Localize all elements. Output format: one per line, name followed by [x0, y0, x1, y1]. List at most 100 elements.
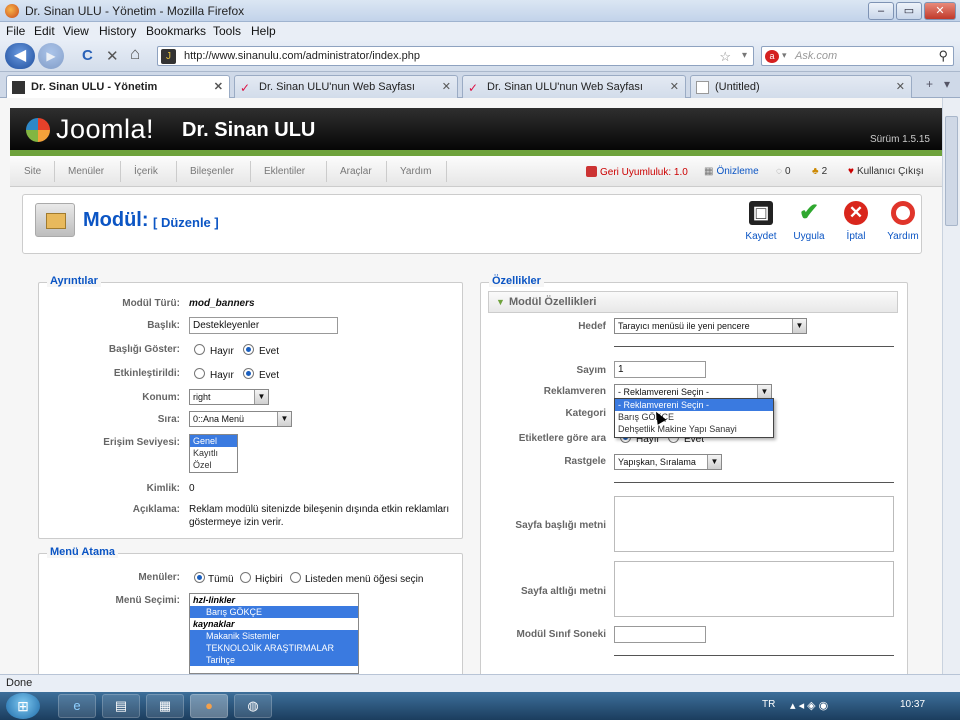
logout-link[interactable]: ♥ Kullanıcı Çıkışı	[848, 166, 924, 177]
dropdown-option[interactable]: - Reklamvereni Seçin -	[615, 399, 773, 411]
menu-item[interactable]: Makanik Sistemler	[190, 630, 358, 642]
reload-button[interactable]: C	[82, 47, 93, 64]
preview-link[interactable]: ▦ Önizleme	[704, 166, 759, 177]
firefox-taskbar-icon[interactable]: ●	[190, 694, 228, 718]
random-select[interactable]: Yapışkan, Sıralama ▼	[614, 454, 722, 470]
explorer-taskbar-icon[interactable]: ▤	[102, 694, 140, 718]
engine-dropdown-icon[interactable]: ▾	[782, 50, 787, 61]
legacy-status[interactable]: Geri Uyumluluk: 1.0	[586, 166, 688, 178]
expand-triangle-icon: ▼	[496, 297, 505, 307]
list-tabs-button[interactable]: ▾	[944, 77, 950, 91]
joomla-logo: Joomla!	[26, 114, 154, 145]
dropdown-option[interactable]: Dehşetlik Makine Yapı Sanayi	[615, 423, 773, 435]
menu-menuler[interactable]: Menüler	[68, 166, 104, 177]
tab-untitled[interactable]: (Untitled) ✕	[690, 75, 912, 98]
menus-none-radio[interactable]	[240, 572, 251, 583]
close-tab-icon[interactable]: ✕	[214, 80, 223, 93]
tab-web-sayfasi-1[interactable]: ✓ Dr. Sinan ULU'nun Web Sayfası ✕	[234, 75, 458, 98]
enabled-yes-radio[interactable]	[243, 368, 254, 379]
menu-file[interactable]: File	[6, 24, 25, 38]
language-indicator[interactable]: TR	[762, 699, 775, 710]
access-option[interactable]: Kayıtlı	[190, 447, 237, 459]
window-titlebar: Dr. Sinan ULU - Yönetim - Mozilla Firefo…	[0, 0, 960, 22]
close-tab-icon[interactable]: ✕	[896, 80, 905, 93]
order-select[interactable]: 0::Ana Menü ▼	[189, 411, 292, 427]
menu-eklentiler[interactable]: Eklentiler	[264, 166, 305, 177]
menu-item[interactable]: Tarihçe	[190, 654, 358, 666]
help-button[interactable]: Yardım	[878, 201, 928, 242]
menu-araclar[interactable]: Araçlar	[340, 166, 372, 177]
status-text: Done	[6, 677, 33, 689]
search-input[interactable]: a ▾ Ask.com ⚲	[761, 46, 954, 66]
access-option[interactable]: Genel	[190, 435, 237, 447]
count-input[interactable]: 1	[614, 361, 706, 378]
url-dropdown-icon[interactable]: ▾	[742, 50, 747, 61]
forward-button[interactable]: ▶	[38, 43, 64, 69]
new-tab-button[interactable]: +	[926, 77, 933, 91]
apply-button[interactable]: ✔ Uygula	[784, 201, 834, 243]
menus-select-radio[interactable]	[290, 572, 301, 583]
close-tab-icon[interactable]: ✕	[442, 80, 451, 93]
back-button[interactable]: ◀	[5, 43, 35, 69]
access-listbox[interactable]: Genel Kayıtlı Özel	[189, 434, 238, 473]
client-label: Reklamveren	[543, 386, 606, 397]
menu-site[interactable]: Site	[24, 166, 41, 177]
media-taskbar-icon[interactable]: ▦	[146, 694, 184, 718]
menu-yardim[interactable]: Yardım	[400, 166, 432, 177]
start-button[interactable]: ⊞	[6, 693, 40, 719]
menu-group: hzl-linkler	[190, 594, 358, 606]
cancel-button[interactable]: ✕ İptal	[831, 201, 881, 242]
address-bar[interactable]: J http://www.sinanulu.com/administrator/…	[157, 46, 754, 66]
title-input[interactable]: Destekleyenler	[189, 317, 338, 334]
menus-all-radio[interactable]	[194, 572, 205, 583]
target-select[interactable]: Tarayıcı menüsü ile yeni pencere ▼	[614, 318, 807, 334]
search-icon[interactable]: ⚲	[938, 48, 948, 64]
tray-icons[interactable]: ▴ ◂ ◈ ◉	[790, 699, 828, 712]
ie-taskbar-icon[interactable]: e	[58, 694, 96, 718]
dropdown-option[interactable]: Barış GÖKÇE	[615, 411, 773, 423]
show-title-no-radio[interactable]	[194, 344, 205, 355]
stop-button[interactable]: ✕	[106, 47, 119, 65]
tab-web-sayfasi-2[interactable]: ✓ Dr. Sinan ULU'nun Web Sayfası ✕	[462, 75, 686, 98]
users-count[interactable]: ♣ 2	[812, 166, 827, 177]
menu-edit[interactable]: Edit	[34, 24, 55, 38]
menu-bilesenler[interactable]: Bileşenler	[190, 166, 234, 177]
site-name: Dr. Sinan ULU	[182, 119, 316, 141]
messages-count[interactable]: ◌ 0	[776, 166, 791, 177]
client-dropdown-list[interactable]: - Reklamvereni Seçin - Barış GÖKÇE Dehşe…	[614, 398, 774, 438]
header-text-textarea[interactable]	[614, 496, 894, 552]
footer-text-textarea[interactable]	[614, 561, 894, 617]
enabled-yes-label: Evet	[259, 370, 280, 381]
scrollbar-thumb[interactable]	[945, 116, 958, 226]
app-taskbar-icon[interactable]: ◍	[234, 694, 272, 718]
menu-history[interactable]: History	[99, 24, 136, 38]
menu-icerik[interactable]: İçerik	[134, 166, 158, 177]
menu-tools[interactable]: Tools	[213, 24, 241, 38]
menu-item[interactable]: Barış GÖKÇE	[190, 606, 358, 618]
menu-select-listbox[interactable]: hzl-linkler Barış GÖKÇE kaynaklar Makani…	[189, 593, 359, 674]
save-button[interactable]: ▣ Kaydet	[736, 201, 786, 242]
suffix-input[interactable]	[614, 626, 706, 643]
clock[interactable]: 10:37	[900, 699, 925, 710]
position-label: Konum:	[142, 392, 180, 403]
home-button[interactable]: ⌂	[130, 44, 140, 64]
access-option[interactable]: Özel	[190, 459, 237, 471]
maximize-button[interactable]: ▭	[896, 2, 922, 20]
vertical-scrollbar[interactable]	[942, 98, 960, 674]
tab-yonetim[interactable]: Dr. Sinan ULU - Yönetim ✕	[6, 75, 230, 99]
menu-bookmarks[interactable]: Bookmarks	[146, 24, 206, 38]
enabled-no-radio[interactable]	[194, 368, 205, 379]
ask-engine-icon[interactable]: a	[765, 50, 779, 63]
menu-help[interactable]: Help	[251, 24, 276, 38]
menu-view[interactable]: View	[63, 24, 89, 38]
close-tab-icon[interactable]: ✕	[670, 80, 679, 93]
enabled-no-label: Hayır	[210, 370, 234, 381]
bookmark-star-icon[interactable]: ☆	[719, 49, 731, 65]
position-select[interactable]: right ▼	[189, 389, 269, 405]
show-title-yes-radio[interactable]	[243, 344, 254, 355]
menu-item[interactable]: TEKNOLOJİK ARAŞTIRMALAR	[190, 642, 358, 654]
details-legend: Ayrıntılar	[47, 275, 101, 287]
close-window-button[interactable]: ✕	[924, 2, 956, 20]
minimize-button[interactable]: –	[868, 2, 894, 20]
module-params-pane[interactable]: ▼ Modül Özellikleri	[488, 291, 898, 313]
